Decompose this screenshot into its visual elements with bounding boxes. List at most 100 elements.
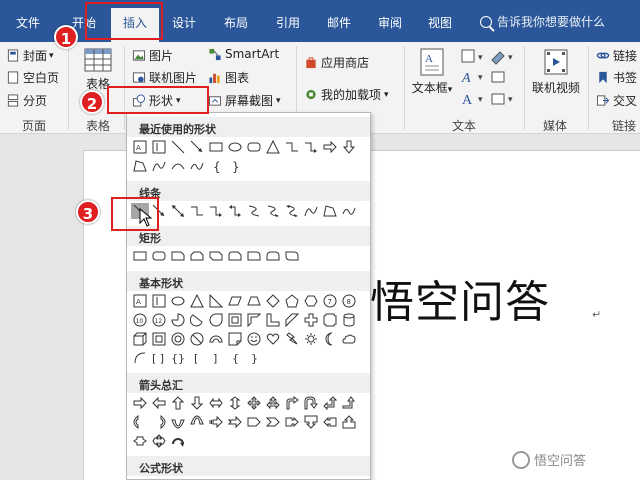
quad-arrow-callout-shape[interactable] [150, 433, 168, 449]
chart-button[interactable]: 图表 [208, 69, 249, 86]
tab-review[interactable]: 审阅 [378, 14, 402, 31]
right-bracket-shape[interactable]: ] [207, 350, 225, 366]
cover-page-button[interactable]: 封面 ▾ [6, 47, 54, 64]
page-break-button[interactable]: 分页 [6, 92, 47, 109]
plaque-shape[interactable] [321, 312, 339, 328]
right-arrow-shape[interactable] [321, 139, 339, 155]
quad-arrow-shape[interactable] [245, 395, 263, 411]
bent-up-arrow-shape[interactable] [340, 395, 358, 411]
right-arrow-callout-shape[interactable] [283, 414, 301, 430]
curved-connector-shape[interactable] [245, 203, 263, 219]
plus-shape[interactable] [302, 312, 320, 328]
cube-shape[interactable] [131, 331, 149, 347]
snip-same-side-shape[interactable] [188, 248, 206, 264]
heart-shape[interactable] [264, 331, 282, 347]
vertical-textbox-shape[interactable] [150, 139, 168, 155]
smartart-button[interactable]: SmartArt [208, 47, 279, 61]
scribble-shape[interactable] [340, 203, 358, 219]
bent-arrow-shape[interactable] [283, 395, 301, 411]
curved-right-arrow-shape[interactable] [131, 414, 149, 430]
teardrop-shape[interactable] [207, 312, 225, 328]
textbox-shape[interactable]: A [131, 293, 149, 309]
circular-arrow-shape[interactable] [169, 433, 187, 449]
line-shape[interactable] [169, 139, 187, 155]
elbow-double-arrow-shape[interactable] [226, 203, 244, 219]
picture-button[interactable]: 图片 [132, 47, 173, 64]
chord-shape[interactable] [188, 312, 206, 328]
curved-up-arrow-shape[interactable] [169, 414, 187, 430]
left-brace-shape[interactable]: { [207, 158, 225, 174]
right-triangle-shape[interactable] [207, 293, 225, 309]
round-diagonal-shape[interactable] [283, 248, 301, 264]
notched-right-arrow-shape[interactable] [226, 414, 244, 430]
folded-corner-shape[interactable] [226, 331, 244, 347]
left-right-arrow-shape[interactable] [207, 395, 225, 411]
chevron-shape[interactable] [264, 414, 282, 430]
curved-left-arrow-shape[interactable] [150, 414, 168, 430]
tab-mailings[interactable]: 邮件 [327, 14, 351, 31]
cloud-shape[interactable] [340, 331, 358, 347]
double-bracket-shape[interactable]: [ ] [150, 350, 168, 366]
down-arrow-shape[interactable] [188, 395, 206, 411]
textbox-shape[interactable]: A [131, 139, 149, 155]
striped-right-arrow-shape[interactable] [207, 414, 225, 430]
elbow-arrow-shape[interactable] [207, 203, 225, 219]
arc-shape[interactable] [169, 158, 187, 174]
triangle-shape[interactable] [188, 293, 206, 309]
online-picture-button[interactable]: 联机图片 [132, 69, 197, 86]
oval-shape[interactable] [169, 293, 187, 309]
scribble-shape[interactable] [188, 158, 206, 174]
hexagon-shape[interactable] [302, 293, 320, 309]
up-down-arrow-shape[interactable] [226, 395, 244, 411]
bevel-shape[interactable] [150, 331, 168, 347]
oval-shape[interactable] [226, 139, 244, 155]
elbow-connector-shape[interactable] [283, 139, 301, 155]
online-video-button[interactable]: 联机视频 [530, 48, 582, 96]
left-brace-shape[interactable]: { [226, 350, 244, 366]
down-arrow-shape[interactable] [340, 139, 358, 155]
link-button[interactable]: 链接 [596, 47, 637, 64]
curved-down-arrow-shape[interactable] [188, 414, 206, 430]
decagon-shape[interactable]: 10 [131, 312, 149, 328]
textbox-button[interactable]: A 文本框▾ [410, 48, 454, 96]
elbow-arrow-shape[interactable] [302, 139, 320, 155]
right-brace-shape[interactable]: } [245, 350, 263, 366]
rounded-rectangle-shape[interactable] [245, 139, 263, 155]
moon-shape[interactable] [321, 331, 339, 347]
parallelogram-shape[interactable] [226, 293, 244, 309]
snip-round-shape[interactable] [226, 248, 244, 264]
pentagon-shape[interactable] [283, 293, 301, 309]
elbow-connector-shape[interactable] [188, 203, 206, 219]
l-shape[interactable] [264, 312, 282, 328]
triangle-shape[interactable] [264, 139, 282, 155]
smiley-face-shape[interactable] [245, 331, 263, 347]
tab-references[interactable]: 引用 [276, 14, 300, 31]
curve-shape[interactable] [150, 158, 168, 174]
round-single-corner-shape[interactable] [245, 248, 263, 264]
lightning-bolt-shape[interactable] [283, 331, 301, 347]
round-same-side-shape[interactable] [264, 248, 282, 264]
trapezoid-shape[interactable] [245, 293, 263, 309]
no-symbol-shape[interactable] [188, 331, 206, 347]
can-shape[interactable] [340, 312, 358, 328]
pie-shape[interactable] [169, 312, 187, 328]
left-bracket-shape[interactable]: [ [188, 350, 206, 366]
u-turn-arrow-shape[interactable] [302, 395, 320, 411]
diagonal-stripe-shape[interactable] [283, 312, 301, 328]
cross-reference-button[interactable]: 交叉 [596, 92, 637, 109]
up-arrow-callout-shape[interactable] [340, 414, 358, 430]
tab-view[interactable]: 视图 [428, 14, 452, 31]
snip-diagonal-shape[interactable] [207, 248, 225, 264]
down-arrow-callout-shape[interactable] [302, 414, 320, 430]
left-arrow-shape[interactable] [150, 395, 168, 411]
right-brace-shape[interactable]: } [226, 158, 244, 174]
curved-double-arrow-shape[interactable] [283, 203, 301, 219]
store-button[interactable]: 应用商店 [304, 54, 369, 71]
heptagon-shape[interactable]: 7 [321, 293, 339, 309]
diamond-shape[interactable] [264, 293, 282, 309]
left-up-arrow-shape[interactable] [321, 395, 339, 411]
arc-shape[interactable] [131, 350, 149, 366]
block-arc-shape[interactable] [207, 331, 225, 347]
rectangle-shape[interactable] [207, 139, 225, 155]
rectangle-shape[interactable] [131, 248, 149, 264]
